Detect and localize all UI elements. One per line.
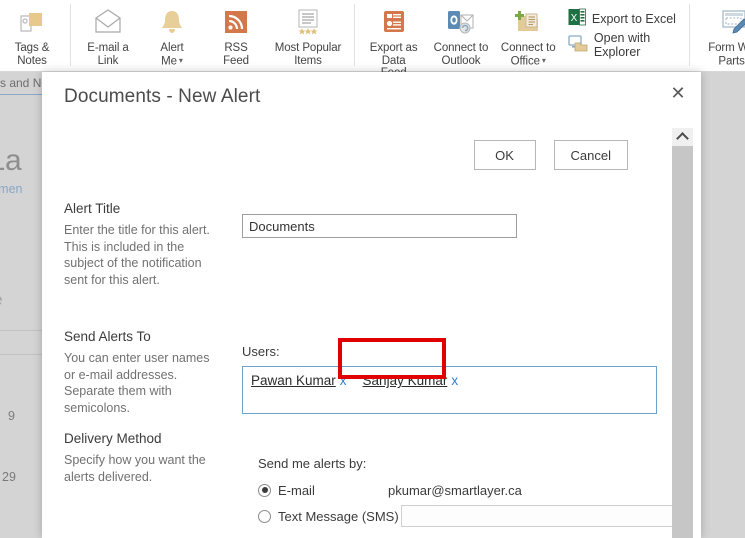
dialog-action-buttons: OK Cancel bbox=[473, 140, 628, 170]
email-address-value: pkumar@smartlayer.ca bbox=[388, 482, 522, 498]
people-picker-entry[interactable]: Sanjay Kumar x bbox=[363, 373, 459, 388]
chevron-down-icon: ▾ bbox=[178, 55, 183, 65]
ribbon-button-connect-to-office[interactable]: Connect to Office ▾ bbox=[495, 0, 562, 67]
background-number-1: 9 bbox=[8, 409, 15, 423]
background-breadcrumb: s and No bbox=[0, 76, 49, 90]
ribbon-group-connect-export: Export as DataFeed bbox=[354, 0, 689, 79]
remove-user-icon[interactable]: x bbox=[451, 373, 458, 388]
send-me-alerts-by-label: Send me alerts by: bbox=[258, 456, 367, 471]
ribbon-button-rss-feed[interactable]: RSS Feed bbox=[204, 0, 268, 67]
background-search-hint: ere bbox=[0, 290, 3, 310]
bell-icon bbox=[158, 5, 186, 39]
ribbon-label-most-popular-items: Most Popular Items bbox=[274, 42, 342, 67]
alert-title-input[interactable] bbox=[242, 214, 517, 238]
section-delivery-method: Delivery Method Specify how you want the… bbox=[64, 430, 212, 485]
ribbon-button-export-to-excel[interactable]: X Export to Excel bbox=[568, 6, 683, 32]
ribbon-button-tags-notes[interactable]: Tags & Notes bbox=[0, 0, 64, 67]
sms-option-row[interactable]: Text Message (SMS) bbox=[258, 505, 672, 527]
office-icon bbox=[513, 5, 543, 39]
ribbon-label-form-web-parts: Form WebParts▾ bbox=[708, 42, 745, 67]
envelope-icon bbox=[92, 5, 124, 39]
ribbon-button-export-as-data-feed[interactable]: Export as DataFeed bbox=[360, 0, 427, 80]
dialog-title: Documents - New Alert bbox=[64, 86, 261, 107]
ribbon-toolbar: Tags & Notes E-mail a Link Alert Me ▾ RS… bbox=[0, 0, 745, 79]
background-divider-2 bbox=[0, 354, 42, 355]
sms-number-input[interactable] bbox=[401, 505, 672, 527]
sms-option-label: Text Message (SMS) bbox=[278, 508, 399, 524]
form-web-parts-icon bbox=[720, 5, 745, 39]
people-picker-entry[interactable]: Pawan Kumar x bbox=[251, 373, 347, 388]
send-alerts-to-heading: Send Alerts To bbox=[64, 329, 151, 344]
ribbon-label-alert-me: Alert Me ▾ bbox=[160, 42, 184, 67]
ribbon-label-email-a-link: E-mail a Link bbox=[87, 42, 129, 67]
dialog-body: OK Cancel Alert Title Enter the title fo… bbox=[42, 128, 672, 538]
alert-title-field-wrap bbox=[242, 214, 517, 238]
ribbon-label-rss-feed: RSS Feed bbox=[223, 42, 249, 67]
sms-radio[interactable] bbox=[258, 509, 271, 523]
send-alerts-to-description: You can enter user names or e-mail addre… bbox=[64, 351, 210, 415]
rss-icon bbox=[223, 5, 249, 39]
ribbon-button-alert-me[interactable]: Alert Me ▾ bbox=[140, 0, 204, 67]
delivery-method-description: Specify how you want the alerts delivere… bbox=[64, 453, 206, 484]
ribbon-button-form-web-parts[interactable]: Form WebParts▾ bbox=[695, 0, 745, 67]
outlook-icon bbox=[446, 5, 476, 39]
alert-title-description: Enter the title for this alert. This is … bbox=[64, 223, 210, 287]
ribbon-button-open-with-explorer[interactable]: Open with Explorer bbox=[568, 31, 683, 59]
svg-text:X: X bbox=[571, 13, 578, 24]
ok-button[interactable]: OK bbox=[473, 140, 536, 170]
ribbon-label-connect-to-outlook: Connect to Outlook bbox=[433, 42, 489, 67]
people-picker-name: Sanjay Kumar bbox=[362, 373, 448, 388]
users-field-wrap: Users: Pawan Kumar x Sanjay Kumar x bbox=[242, 344, 657, 414]
explorer-icon bbox=[568, 34, 588, 57]
ribbon-button-connect-to-outlook[interactable]: Connect to Outlook bbox=[427, 0, 494, 67]
email-option-row[interactable]: E-mail pkumar@smartlayer.ca bbox=[258, 479, 672, 501]
new-alert-dialog: Documents - New Alert ✕ OK Cancel Alert … bbox=[42, 72, 701, 538]
scroll-up-button[interactable] bbox=[672, 128, 693, 146]
background-site-title: tLa bbox=[0, 144, 22, 177]
dialog-scrollbar[interactable] bbox=[672, 128, 693, 538]
screen-root: s and No tLa ocumen ere 9 29 bbox=[0, 0, 745, 538]
background-divider-1 bbox=[0, 330, 42, 331]
people-picker-name: Pawan Kumar bbox=[251, 373, 336, 388]
email-option-label: E-mail bbox=[278, 482, 315, 498]
remove-user-icon[interactable]: x bbox=[340, 373, 347, 388]
ribbon-label-tags-notes: Tags & Notes bbox=[14, 42, 50, 67]
delivery-options-wrap: Send me alerts by: E-mail pkumar@smartla… bbox=[258, 456, 672, 538]
ribbon-small-buttons: X Export to Excel Open with Explorer bbox=[568, 0, 683, 59]
most-popular-icon bbox=[293, 5, 323, 39]
ribbon-label-export-to-excel: Export to Excel bbox=[591, 12, 676, 26]
data-feed-icon bbox=[381, 5, 407, 39]
background-subtitle: ocumen bbox=[0, 182, 23, 196]
tag-icon bbox=[17, 5, 47, 39]
ribbon-group-customize-library: Form WebParts▾ EditLibrary bbox=[688, 0, 745, 72]
section-send-alerts-to: Send Alerts To You can enter user names … bbox=[64, 328, 212, 416]
users-people-picker[interactable]: Pawan Kumar x Sanjay Kumar x bbox=[242, 366, 657, 414]
ribbon-group-share-track: E-mail a Link Alert Me ▾ RSS Feed Most P… bbox=[70, 0, 354, 72]
scrollbar-thumb[interactable] bbox=[672, 146, 693, 538]
ribbon-group-tags-notes: Tags & Notes bbox=[0, 0, 70, 72]
ribbon-label-connect-to-office: Connect to Office ▾ bbox=[500, 42, 556, 67]
section-alert-title: Alert Title Enter the title for this ale… bbox=[64, 200, 212, 288]
background-number-2: 29 bbox=[2, 470, 16, 484]
ribbon-button-most-popular-items[interactable]: Most Popular Items bbox=[268, 0, 348, 67]
excel-icon: X bbox=[568, 8, 586, 31]
email-radio[interactable] bbox=[258, 483, 271, 497]
ribbon-button-email-a-link[interactable]: E-mail a Link bbox=[76, 0, 140, 67]
close-icon[interactable]: ✕ bbox=[665, 80, 691, 106]
delivery-method-heading: Delivery Method bbox=[64, 431, 162, 446]
alert-title-heading: Alert Title bbox=[64, 201, 121, 216]
chevron-down-icon: ▾ bbox=[541, 55, 546, 65]
chevron-up-icon bbox=[676, 132, 689, 145]
cancel-button[interactable]: Cancel bbox=[553, 140, 628, 170]
users-field-label: Users: bbox=[242, 344, 280, 359]
ribbon-label-open-with-explorer: Open with Explorer bbox=[593, 31, 651, 59]
